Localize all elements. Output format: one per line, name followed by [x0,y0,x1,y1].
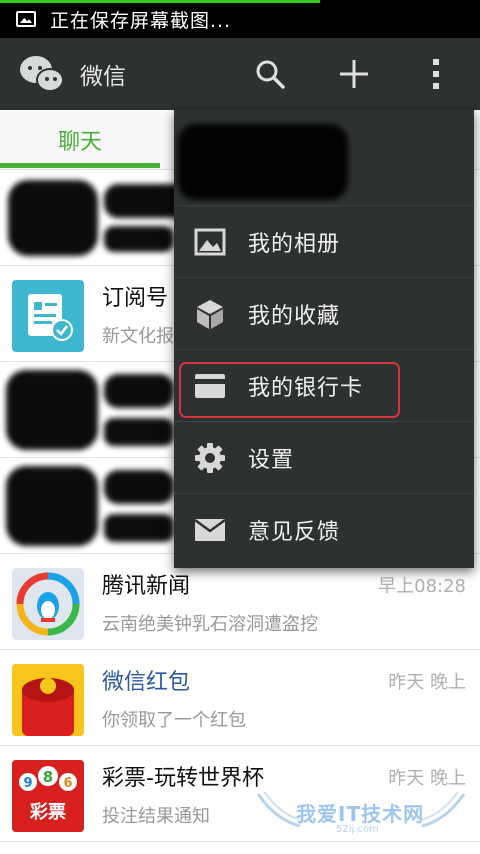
menu-item-my-favorites[interactable]: 我的收藏 [174,278,474,350]
redacted-profile [178,124,348,200]
chat-name: 微信红包 [102,670,191,695]
menu-item-my-album[interactable]: 我的相册 [174,206,474,278]
redacted-avatar [6,370,98,450]
status-text: 正在保存屏幕截图... [50,9,232,32]
redacted-avatar [8,180,98,256]
tab-chats[interactable]: 聊天 [0,110,160,170]
wechat-logo-icon [20,54,64,94]
gear-icon [192,440,228,476]
envelope-icon [192,512,228,548]
more-options-icon[interactable] [406,38,466,110]
overflow-menu: 我的相册 我的收藏 我的银行卡 设置 意见反馈 [174,110,474,568]
status-bar: 正在保存屏幕截图... [0,0,480,38]
red-packet-avatar-icon [12,664,84,736]
tencent-news-avatar-icon [12,568,84,640]
search-icon[interactable] [240,38,300,110]
menu-item-my-bank-cards[interactable]: 我的银行卡 [174,350,474,422]
active-tab-indicator [0,163,160,168]
chat-time: 早上08:28 [378,576,466,597]
redacted-name [104,470,174,504]
redacted-message [104,514,174,542]
chat-time: 昨天 晚上 [388,672,466,693]
bank-card-icon [192,368,228,404]
favorites-cube-icon [192,296,228,332]
menu-item-label: 我的收藏 [248,303,341,329]
screenshot-progress-bar [0,0,320,3]
menu-item-feedback[interactable]: 意见反馈 [174,494,474,566]
site-watermark: 我爱IT技术网 52ij.com [256,790,466,840]
menu-item-settings[interactable]: 设置 [174,422,474,494]
lottery-digit: 9 [23,776,32,791]
menu-profile-item[interactable] [174,110,474,206]
screenshot-icon [16,11,36,27]
lottery-avatar-icon: 9 8 6 彩票 [12,760,84,832]
chat-row-tencent-news[interactable]: 腾讯新闻 云南绝美钟乳石溶洞遭盗挖 早上08:28 [0,554,480,650]
redacted-name [104,374,174,408]
app-title-bar: 微信 [0,38,480,110]
subscriptions-avatar-icon [12,280,84,352]
lottery-digit: 6 [63,776,72,791]
watermark-text: 我爱IT技术网 [296,802,425,826]
redacted-message [104,226,174,252]
redacted-avatar [6,466,98,546]
chat-name: 订阅号 [102,286,169,311]
chat-last-message: 投注结果通知 [102,806,210,827]
watermark-url: 52ij.com [336,824,379,835]
chat-last-message: 你领取了一个红包 [102,710,246,731]
menu-item-label: 设置 [248,447,295,473]
menu-item-label: 我的相册 [248,231,341,257]
add-plus-icon[interactable] [324,38,384,110]
chat-name: 腾讯新闻 [102,574,191,599]
chat-name: 彩票-玩转世界杯 [102,766,264,791]
menu-item-label: 我的银行卡 [248,375,364,401]
menu-item-label: 意见反馈 [248,520,341,545]
lottery-logo-label: 彩票 [29,802,66,823]
redacted-message [104,418,174,446]
chat-last-message: 云南绝美钟乳石溶洞遭盗挖 [102,614,318,635]
app-title: 微信 [80,64,126,90]
chat-row-red-packet[interactable]: 微信红包 你领取了一个红包 昨天 晚上 [0,650,480,746]
chat-time: 昨天 晚上 [388,768,466,789]
lottery-digit: 8 [43,768,53,786]
photo-album-icon [192,224,228,260]
chat-last-message: 新文化报 [102,326,174,347]
